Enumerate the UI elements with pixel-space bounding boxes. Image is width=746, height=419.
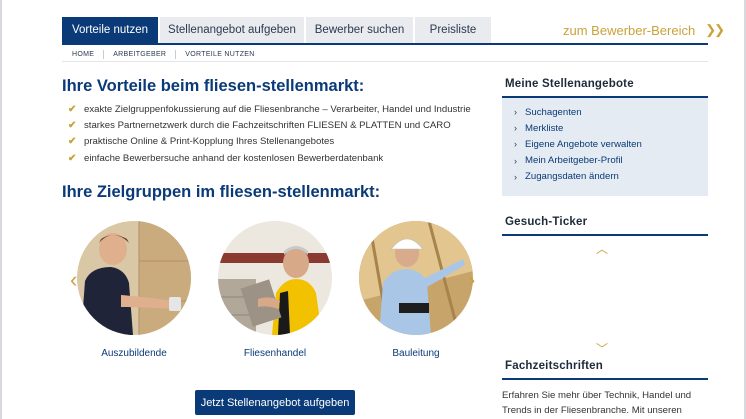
bauleitung-photo (359, 221, 473, 335)
breadcrumb: HOME ARBEITGEBER VORTEILE NUTZEN (62, 47, 708, 62)
targets-heading: Ihre Zielgruppen im fliesen-stellenmarkt… (62, 183, 381, 201)
double-chevron-right-icon: ❯❯ (705, 22, 725, 37)
list-item: ✔ exakte Zielgruppenfokussierung auf die … (68, 101, 471, 117)
benefit-text: einfache Bewerbersuche anhand der kosten… (84, 152, 384, 164)
tab-underline (62, 43, 708, 45)
breadcrumb-arbeitgeber[interactable]: ARBEITGEBER (104, 51, 175, 58)
sidebar-item-suchagenten[interactable]: › Suchagenten (514, 104, 708, 120)
target-bauleitung[interactable]: Bauleitung (359, 221, 473, 359)
gesuch-ticker-title: Gesuch-Ticker (505, 216, 588, 228)
page-frame-left (0, 0, 2, 419)
benefit-text: exakte Zielgruppenfokussierung auf die F… (84, 103, 471, 115)
sidebar-divider (502, 234, 708, 236)
auszubildende-photo (77, 221, 191, 335)
fliesenhandel-photo (218, 221, 332, 335)
sidebar-item-label: Suchagenten (525, 106, 582, 118)
tab-stellenangebot-aufgeben[interactable]: Stellenangebot aufgeben (160, 17, 306, 43)
sidebar-item-label: Mein Arbeitgeber-Profil (525, 155, 623, 167)
tab-preisliste[interactable]: Preisliste (415, 17, 493, 43)
chevron-right-icon: › (514, 139, 517, 150)
target-label: Fliesenhandel (243, 348, 307, 359)
chevron-right-icon: › (514, 155, 517, 166)
chevron-down-icon[interactable]: ﹀ (596, 340, 608, 357)
chevron-up-icon[interactable]: ︿ (596, 240, 608, 257)
main-tabs: Vorteile nutzen Stellenangebot aufgeben … (62, 17, 493, 43)
target-groups-carousel: ‹ Auszubildende Fliesenhandel Bauleitung… (62, 215, 482, 365)
sidebar-item-label: Zugangsdaten ändern (525, 171, 619, 183)
sidebar-item-eigene-angebote[interactable]: › Eigene Angebote verwalten (514, 136, 708, 152)
chevron-right-icon: › (514, 123, 517, 134)
stellenangebote-menu: › Suchagenten › Merkliste › Eigene Angebote… (502, 98, 708, 196)
breadcrumb-current: VORTEILE NUTZEN (185, 50, 255, 58)
benefit-text: starkes Partnernetzwerk durch die Fachze… (84, 120, 451, 132)
chevron-right-icon: › (514, 171, 517, 182)
target-label: Bauleitung (392, 348, 440, 359)
tab-vorteile-nutzen[interactable]: Vorteile nutzen (62, 17, 160, 43)
bewerber-bereich-label: zum Bewerber-Bereich (563, 22, 696, 38)
bewerber-bereich-link[interactable]: zum Bewerber-Bereich ❯❯ (563, 22, 725, 38)
meine-stellenangebote-title: Meine Stellenangebote (505, 78, 634, 90)
chevron-right-icon[interactable]: › (468, 269, 475, 291)
benefit-text: praktische Online & Print-Kopplung Ihres… (84, 136, 335, 148)
sidebar-item-arbeitgeber-profil[interactable]: › Mein Arbeitgeber-Profil (514, 153, 708, 169)
sidebar-item-label: Merkliste (525, 122, 564, 134)
check-icon: ✔ (68, 120, 77, 132)
target-fliesenhandel[interactable]: Fliesenhandel (218, 221, 332, 359)
target-auszubildende[interactable]: Auszubildende (77, 221, 191, 359)
fachzeitschriften-text: Erfahren Sie mehr über Technik, Handel u… (502, 390, 692, 416)
breadcrumb-home[interactable]: HOME (62, 51, 103, 58)
tab-bewerber-suchen[interactable]: Bewerber suchen (306, 17, 415, 43)
sidebar-item-zugangsdaten[interactable]: › Zugangsdaten ändern (514, 169, 708, 185)
chevron-right-icon: › (514, 107, 517, 118)
check-icon: ✔ (68, 103, 77, 115)
list-item: ✔ starkes Partnernetzwerk durch die Fachz… (68, 117, 471, 133)
target-label: Auszubildende (101, 348, 167, 359)
benefits-list: ✔ exakte Zielgruppenfokussierung auf die … (68, 101, 471, 167)
check-icon: ✔ (68, 152, 77, 164)
check-icon: ✔ (68, 136, 77, 148)
fachzeitschriften-title: Fachzeitschriften (505, 360, 603, 372)
list-item: ✔ einfache Bewerbersuche anhand der koste… (68, 150, 471, 166)
page-title: Ihre Vorteile beim fliesen-stellenmarkt: (62, 77, 365, 95)
stellenangebot-aufgeben-button[interactable]: Jetzt Stellenangebot aufgeben (195, 390, 355, 415)
list-item: ✔ praktische Online & Print-Kopplung Ihre… (68, 134, 471, 150)
sidebar-divider (502, 378, 708, 380)
sidebar-item-merkliste[interactable]: › Merkliste (514, 120, 708, 136)
sidebar-item-label: Eigene Angebote verwalten (525, 138, 642, 150)
